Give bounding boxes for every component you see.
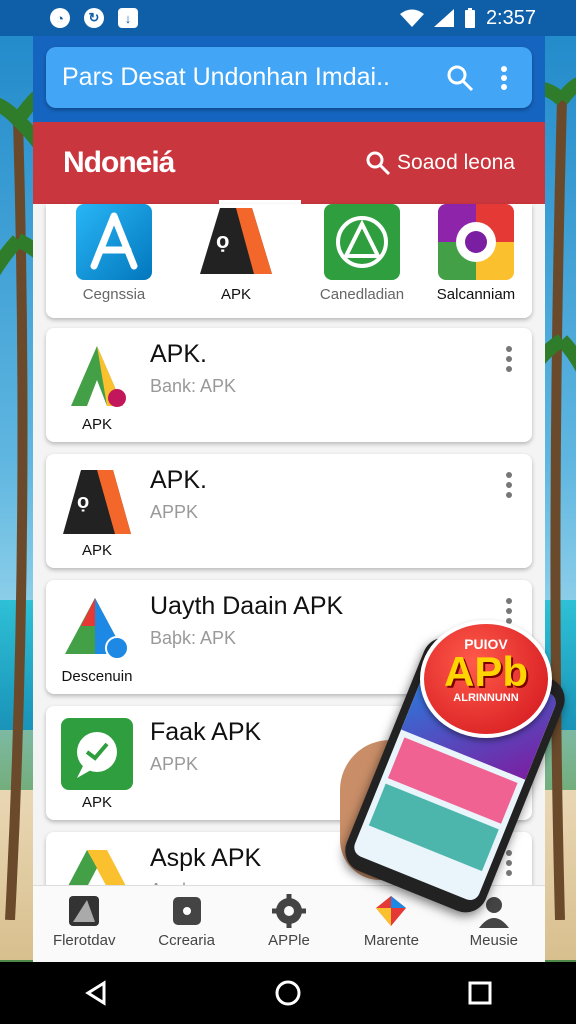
brand-title: Ndoneiá [63, 146, 175, 179]
app-subtitle: APK [81, 794, 112, 811]
app-name: APK. [150, 340, 207, 368]
signal-icon [433, 9, 454, 27]
home-icon[interactable] [274, 979, 302, 1007]
app-subtitle: Descenuin [61, 668, 133, 685]
nav-label: Meusie [469, 932, 518, 949]
search-bar-title: Pars Desat Undonhan Imdai.. [62, 63, 390, 91]
featured-apps-card: Cegnssia ọ APK Canedladian Salcanniam [46, 204, 532, 318]
promo-overlay[interactable]: PUIOV APb ALRINNUNN [338, 620, 576, 920]
header-search-button[interactable]: Soaod leona [365, 150, 545, 176]
gear-icon [272, 894, 307, 928]
download-icon: ↓ [118, 8, 138, 28]
app-name: Aspk APK [150, 844, 262, 872]
featured-item[interactable]: Salcanniam [416, 204, 536, 303]
app-subtitle: APK [81, 542, 112, 559]
a-logo-icon [61, 340, 133, 412]
nav-item-apple[interactable]: APPle [238, 886, 340, 962]
app-subtitle: APK [81, 416, 112, 433]
featured-label: Cegnssia [82, 286, 146, 303]
refresh-icon: ↻ [84, 8, 104, 28]
nav-label: APPle [268, 932, 310, 949]
colorful-a-icon [61, 592, 133, 664]
promo-main-text: APb [444, 648, 528, 695]
flerotdav-icon [67, 894, 101, 928]
promo-badge[interactable]: PUIOV APb ALRINNUNN [420, 620, 552, 738]
app-meta: Bank: APK [150, 376, 237, 396]
more-vertical-icon[interactable] [506, 472, 512, 502]
header-search-label: Soaod leona [397, 151, 515, 174]
recents-icon[interactable] [466, 979, 494, 1007]
top-app-bar: Pars Desat Undonhan Imdai.. [33, 36, 545, 122]
app-meta: APPK [150, 502, 199, 522]
nav-item-crearia[interactable]: Ccrearia [135, 886, 237, 962]
app-name: APK. [150, 466, 207, 494]
chat-bubble-icon [61, 718, 133, 790]
featured-item[interactable]: Cegnssia [54, 204, 174, 303]
more-vertical-icon[interactable] [506, 346, 512, 376]
search-icon [366, 151, 391, 176]
app-meta: APPK [150, 754, 199, 774]
nav-item-flerotdav[interactable]: Flerotdav [33, 886, 135, 962]
nav-label: Marente [363, 932, 419, 949]
nav-label: Ccrearia [158, 932, 215, 949]
featured-label: APK [220, 286, 251, 303]
battery-icon [464, 8, 475, 28]
more-vertical-icon[interactable] [482, 56, 526, 100]
list-item[interactable]: ọ APK APK. APPK [46, 454, 532, 568]
search-bar[interactable]: Pars Desat Undonhan Imdai.. [46, 47, 532, 108]
triangle-app-icon [324, 204, 400, 280]
featured-item[interactable]: Canedladian [302, 204, 422, 303]
apk-icon: ọ [61, 466, 133, 538]
system-navigation-bar [0, 962, 576, 1024]
status-bar: ◔ ↻ ↓ 2:357 [0, 0, 576, 36]
camera-app-icon [438, 204, 514, 280]
svg-text:ọ: ọ [216, 228, 229, 253]
app-name: Faak APK [150, 718, 262, 746]
list-item[interactable]: APK APK. Bank: APK [46, 328, 532, 442]
featured-item[interactable]: ọ APK [176, 204, 296, 303]
app-notification-icon: ◔ [50, 8, 70, 28]
app-store-icon [76, 204, 152, 280]
app-name: Uayth Daain APK [150, 592, 344, 620]
svg-text:ọ: ọ [77, 491, 89, 513]
crearia-icon [170, 894, 204, 928]
search-icon[interactable] [438, 56, 482, 100]
back-icon[interactable] [82, 979, 110, 1007]
nav-label: Flerotdav [52, 932, 116, 949]
promo-bottom-text: ALRINNUNN [453, 692, 519, 704]
featured-label: Salcanniam [436, 286, 516, 303]
status-time: 2:357 [485, 6, 536, 29]
category-header: Ndoneiá Soaod leona [33, 122, 545, 204]
app-meta: Baþk: APK [150, 628, 237, 648]
wifi-icon [399, 9, 424, 27]
featured-label: Canedladian [319, 286, 405, 303]
apk-icon: ọ [198, 204, 274, 280]
